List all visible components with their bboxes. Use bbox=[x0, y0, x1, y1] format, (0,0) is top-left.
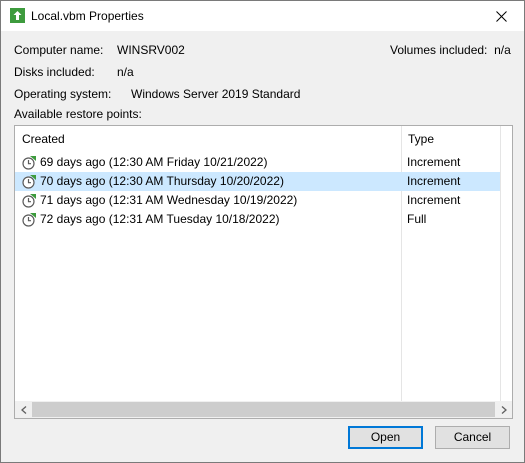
computer-name-value: WINSRV002 bbox=[117, 43, 185, 57]
cell-created: 69 days ago (12:30 AM Friday 10/21/2022) bbox=[21, 153, 267, 172]
table-row[interactable]: 69 days ago (12:30 AM Friday 10/21/2022)… bbox=[15, 153, 500, 172]
restore-point-icon bbox=[21, 174, 37, 190]
open-button[interactable]: Open bbox=[348, 426, 423, 449]
os-label: Operating system: bbox=[14, 87, 112, 101]
close-button[interactable] bbox=[478, 1, 524, 31]
volumes-label: Volumes included: bbox=[390, 43, 488, 57]
list-rows: 69 days ago (12:30 AM Friday 10/21/2022)… bbox=[15, 153, 512, 229]
disks-label: Disks included: bbox=[14, 65, 95, 79]
cell-created-text: 72 days ago (12:31 AM Tuesday 10/18/2022… bbox=[40, 212, 280, 226]
os-row: Operating system: Windows Server 2019 Sta… bbox=[14, 87, 300, 101]
restore-points-list[interactable]: Created Type 69 days ago (12:30 AM Frida… bbox=[14, 125, 513, 419]
chevron-left-icon bbox=[20, 405, 26, 414]
cell-created-text: 69 days ago (12:30 AM Friday 10/21/2022) bbox=[40, 155, 268, 169]
cell-created: 70 days ago (12:30 AM Thursday 10/20/202… bbox=[21, 172, 284, 191]
computer-name-label: Computer name: bbox=[14, 43, 104, 57]
window-title: Local.vbm Properties bbox=[31, 9, 144, 23]
horizontal-scrollbar[interactable] bbox=[15, 401, 512, 418]
cell-created: 71 days ago (12:31 AM Wednesday 10/19/20… bbox=[21, 191, 297, 210]
title-bar: Local.vbm Properties bbox=[1, 1, 524, 31]
chevron-right-icon bbox=[501, 405, 507, 414]
restore-point-icon bbox=[21, 212, 37, 228]
os-value: Windows Server 2019 Standard bbox=[131, 87, 301, 101]
veeam-app-icon bbox=[10, 8, 25, 23]
cell-created-text: 71 days ago (12:31 AM Wednesday 10/19/20… bbox=[40, 193, 298, 207]
scroll-right-button[interactable] bbox=[495, 401, 512, 418]
volumes-row: Volumes included: n/a bbox=[390, 43, 511, 57]
close-icon bbox=[495, 10, 507, 22]
cell-type: Full bbox=[407, 212, 427, 226]
disks-value: n/a bbox=[117, 65, 134, 79]
restore-point-icon bbox=[21, 155, 37, 171]
scrollbar-thumb[interactable] bbox=[32, 402, 495, 417]
computer-name-row: Computer name: WINSRV002 bbox=[14, 43, 185, 57]
table-row[interactable]: 71 days ago (12:31 AM Wednesday 10/19/20… bbox=[15, 191, 500, 210]
cell-type: Increment bbox=[407, 174, 461, 188]
properties-dialog: Local.vbm Properties Computer name: WINSR… bbox=[0, 0, 525, 463]
restore-point-icon bbox=[21, 193, 37, 209]
scroll-left-button[interactable] bbox=[15, 401, 32, 418]
column-header-created[interactable]: Created bbox=[15, 126, 401, 152]
table-row[interactable]: 72 days ago (12:31 AM Tuesday 10/18/2022… bbox=[15, 210, 500, 229]
cell-type: Increment bbox=[407, 193, 461, 207]
cell-type: Increment bbox=[407, 155, 461, 169]
volumes-value: n/a bbox=[494, 43, 511, 57]
restore-points-label: Available restore points: bbox=[14, 107, 142, 121]
cancel-button[interactable]: Cancel bbox=[435, 426, 510, 449]
cell-created: 72 days ago (12:31 AM Tuesday 10/18/2022… bbox=[21, 210, 280, 229]
list-header: Created Type bbox=[15, 126, 512, 152]
cell-created-text: 70 days ago (12:30 AM Thursday 10/20/202… bbox=[40, 174, 284, 188]
disks-row: Disks included: n/a bbox=[14, 65, 134, 79]
table-row[interactable]: 70 days ago (12:30 AM Thursday 10/20/202… bbox=[15, 172, 500, 191]
column-header-type[interactable]: Type bbox=[401, 126, 500, 152]
